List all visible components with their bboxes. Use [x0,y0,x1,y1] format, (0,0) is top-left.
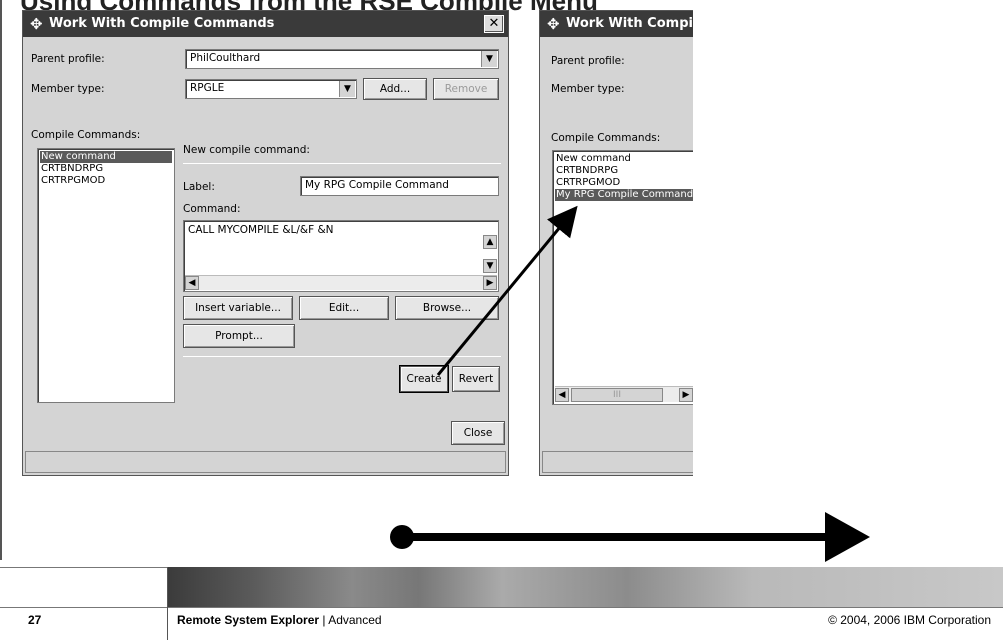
footer-title-main: Remote System Explorer [177,613,320,627]
timeline-arrow-shaft [405,533,830,541]
footer-divider [167,567,168,640]
timeline-arrow-start [390,525,414,549]
footer-separator: | [319,613,329,627]
timeline-arrow-head [825,512,870,562]
page-number: 27 [28,613,42,627]
footer-subtitle: Advanced [328,613,382,627]
footer-rule [0,607,1003,608]
footer-banner-image [168,567,1003,607]
copyright: © 2004, 2006 IBM Corporation [828,613,991,627]
footer-title: Remote System Explorer | Advanced [177,613,382,627]
